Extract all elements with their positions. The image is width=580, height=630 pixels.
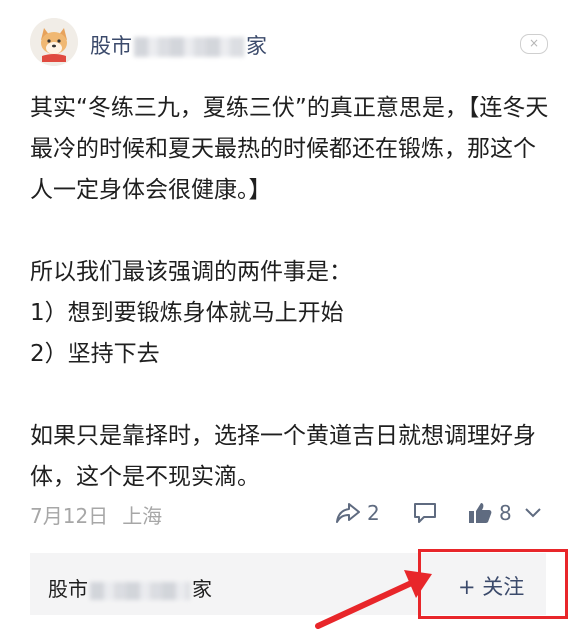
author-name-prefix: 股市 — [90, 34, 132, 58]
share-icon — [336, 503, 360, 523]
chevron-down-icon[interactable] — [524, 507, 542, 519]
like-button[interactable]: 8 — [467, 498, 542, 528]
close-icon[interactable]: × — [520, 34, 548, 54]
post-date-location: 7月12日 上海 — [30, 500, 162, 529]
post-paragraph: 1）想到要锻炼身体就马上开始 — [30, 300, 344, 326]
highlight-box — [418, 549, 568, 619]
annotation-arrow — [315, 570, 432, 629]
post-paragraph: 如果只是靠择时，选择一个黄道吉日就想调理好身体，这个是不现实滴。 — [30, 423, 536, 490]
footer-author-name[interactable]: 股市 家 — [48, 573, 212, 602]
comment-button[interactable] — [412, 498, 438, 528]
author-name[interactable]: 股市 家 — [90, 30, 267, 60]
post-header: 股市 家 × — [30, 18, 550, 70]
like-count: 8 — [499, 501, 512, 525]
footer-author-prefix: 股市 — [48, 577, 88, 601]
footer-author-suffix: 家 — [192, 577, 212, 601]
post-paragraph: 所以我们最该强调的两件事是： — [30, 259, 352, 285]
thumbs-up-icon — [469, 503, 492, 523]
post-date: 7月12日 — [30, 504, 109, 528]
share-button[interactable]: 2 — [335, 498, 380, 528]
footer-author-redaction — [90, 581, 190, 600]
comment-icon — [414, 503, 436, 523]
avatar[interactable] — [30, 18, 78, 66]
share-count: 2 — [367, 501, 380, 525]
post-body: 其实“冬练三九，夏练三伏”的真正意思是，【连冬天最冷的时候和夏天最热的时候都还在… — [30, 88, 555, 498]
post-paragraph: 2）坚持下去 — [30, 341, 160, 367]
post-meta: 7月12日 上海 2 8 — [30, 496, 550, 530]
author-name-suffix: 家 — [246, 34, 267, 58]
author-name-redaction — [134, 37, 244, 57]
post-paragraph: 其实“冬练三九，夏练三伏”的真正意思是，【连冬天最冷的时候和夏天最热的时候都还在… — [30, 95, 549, 203]
post-location: 上海 — [122, 504, 163, 528]
